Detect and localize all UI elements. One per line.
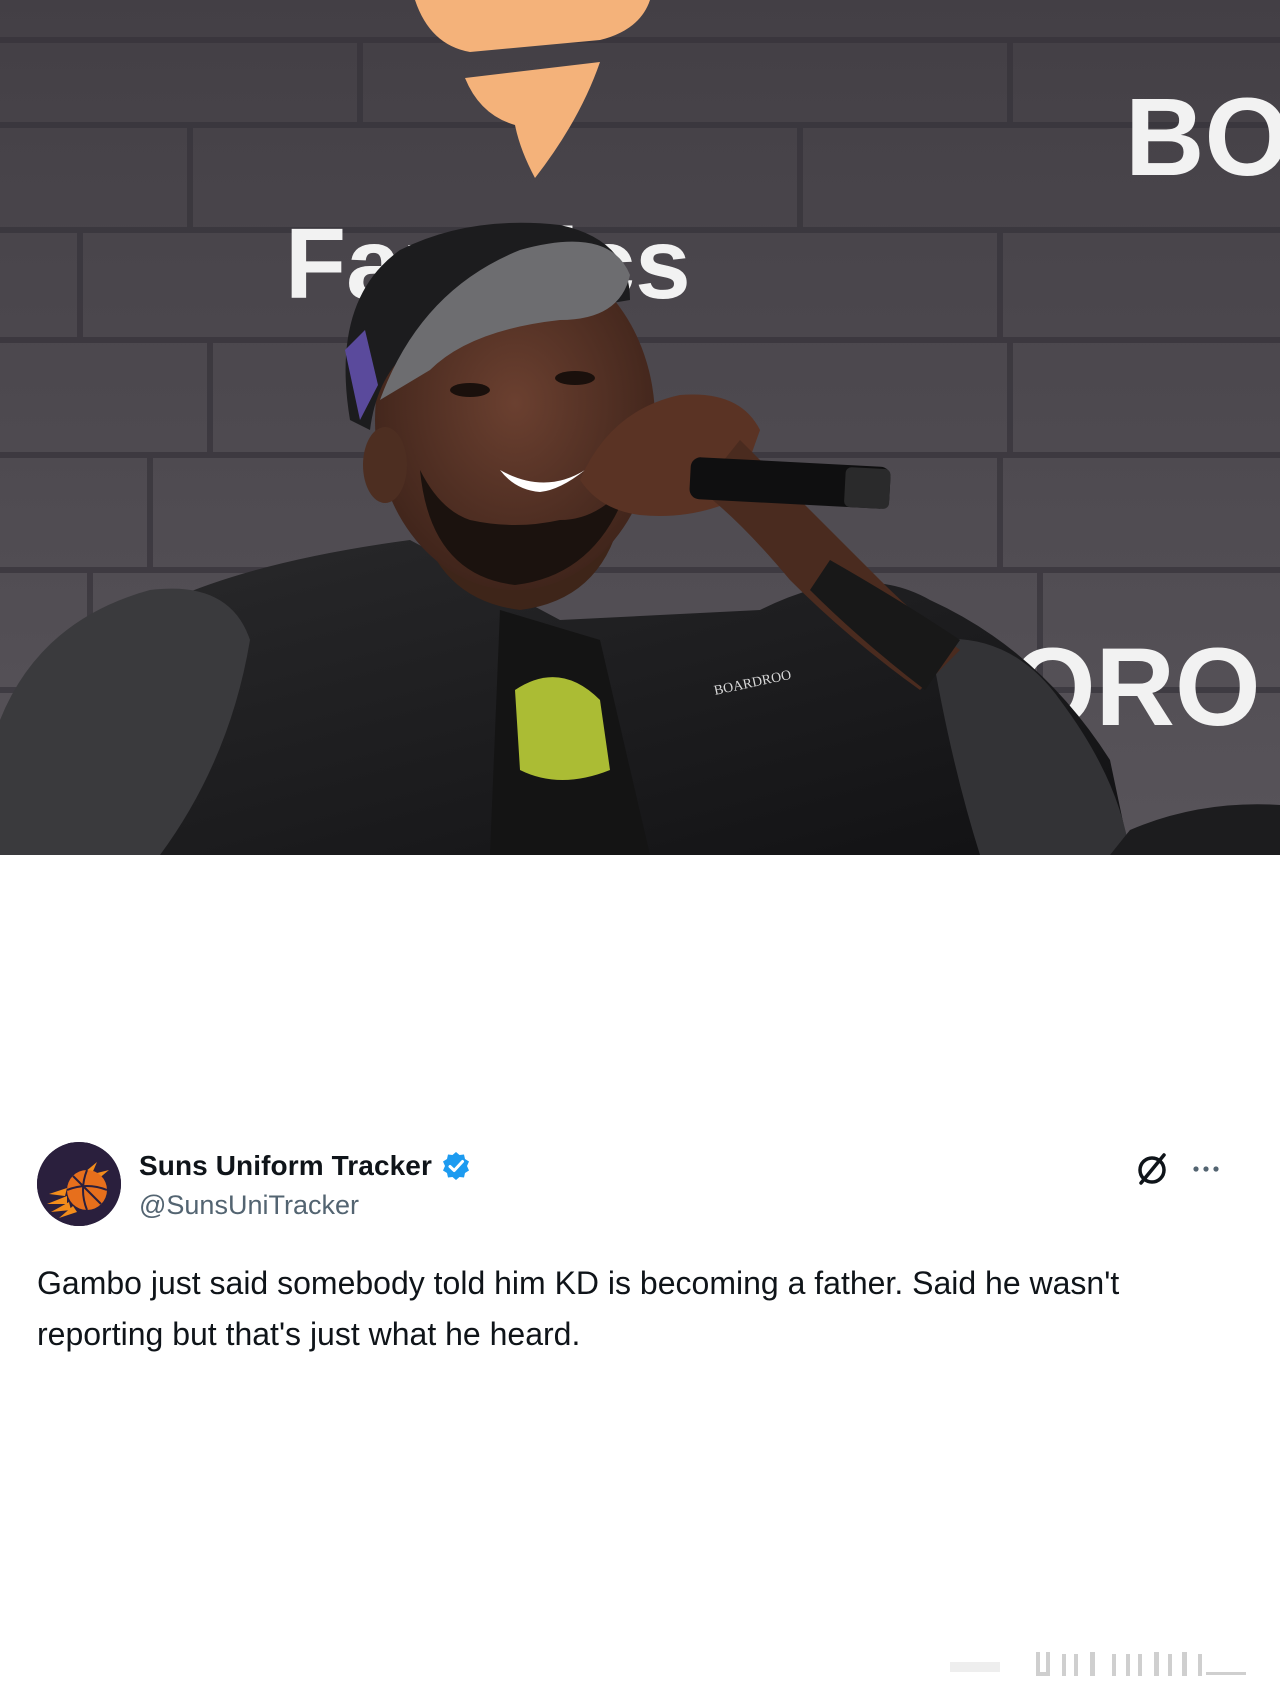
author-avatar[interactable] [37,1142,121,1226]
author-name-row: Suns Uniform Tracker [139,1146,472,1186]
author-handle[interactable]: @SunsUniTracker [139,1190,359,1221]
watermark-glyphs [950,1652,1246,1676]
verified-badge-icon [442,1152,469,1180]
suns-logo-icon [37,1142,121,1226]
grok-icon[interactable] [1133,1150,1171,1188]
photo-illustration: Fanatics BO ORO BOARDROO [0,0,1280,855]
hero-photo: Fanatics BO ORO BOARDROO [0,0,1280,855]
backdrop-side-top-text: BO [1125,76,1280,199]
more-dots-icon[interactable] [1188,1158,1224,1180]
author-display-name[interactable]: Suns Uniform Tracker [139,1150,432,1182]
tweet-card: Suns Uniform Tracker @SunsUniTracker Gam… [0,1120,1280,1380]
tweet-text: Gambo just said somebody told him KD is … [37,1265,1120,1352]
